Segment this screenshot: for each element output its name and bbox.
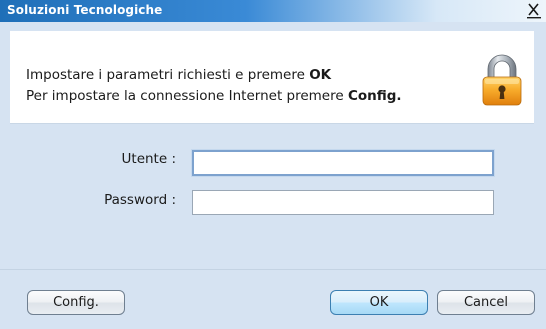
- cancel-button[interactable]: Cancel: [437, 290, 535, 315]
- username-input[interactable]: [192, 150, 494, 176]
- password-input[interactable]: [192, 190, 494, 215]
- instruction-text-1: Impostare i parametri richiesti e premer…: [26, 67, 310, 83]
- username-label: Utente :: [121, 151, 176, 167]
- instruction-line-1: Impostare i parametri richiesti e premer…: [26, 67, 331, 83]
- config-button[interactable]: Config.: [27, 290, 125, 315]
- ok-button[interactable]: OK: [330, 290, 428, 315]
- info-header: Impostare i parametri richiesti e premer…: [10, 31, 534, 124]
- footer-divider: [0, 269, 546, 270]
- instruction-text-2: Per impostare la connessione Internet pr…: [26, 88, 348, 104]
- instruction-line-2: Per impostare la connessione Internet pr…: [26, 88, 402, 104]
- padlock-icon: [481, 53, 523, 107]
- window-title: Soluzioni Tecnologiche: [7, 3, 163, 17]
- instruction-config-keyword: Config.: [347, 88, 402, 104]
- instruction-ok-keyword: OK: [309, 67, 332, 83]
- close-icon: [527, 3, 541, 19]
- close-button[interactable]: [527, 2, 542, 19]
- password-label: Password :: [104, 192, 176, 208]
- login-dialog: Soluzioni Tecnologiche Impostare i param…: [0, 0, 546, 329]
- title-bar[interactable]: Soluzioni Tecnologiche: [0, 0, 546, 22]
